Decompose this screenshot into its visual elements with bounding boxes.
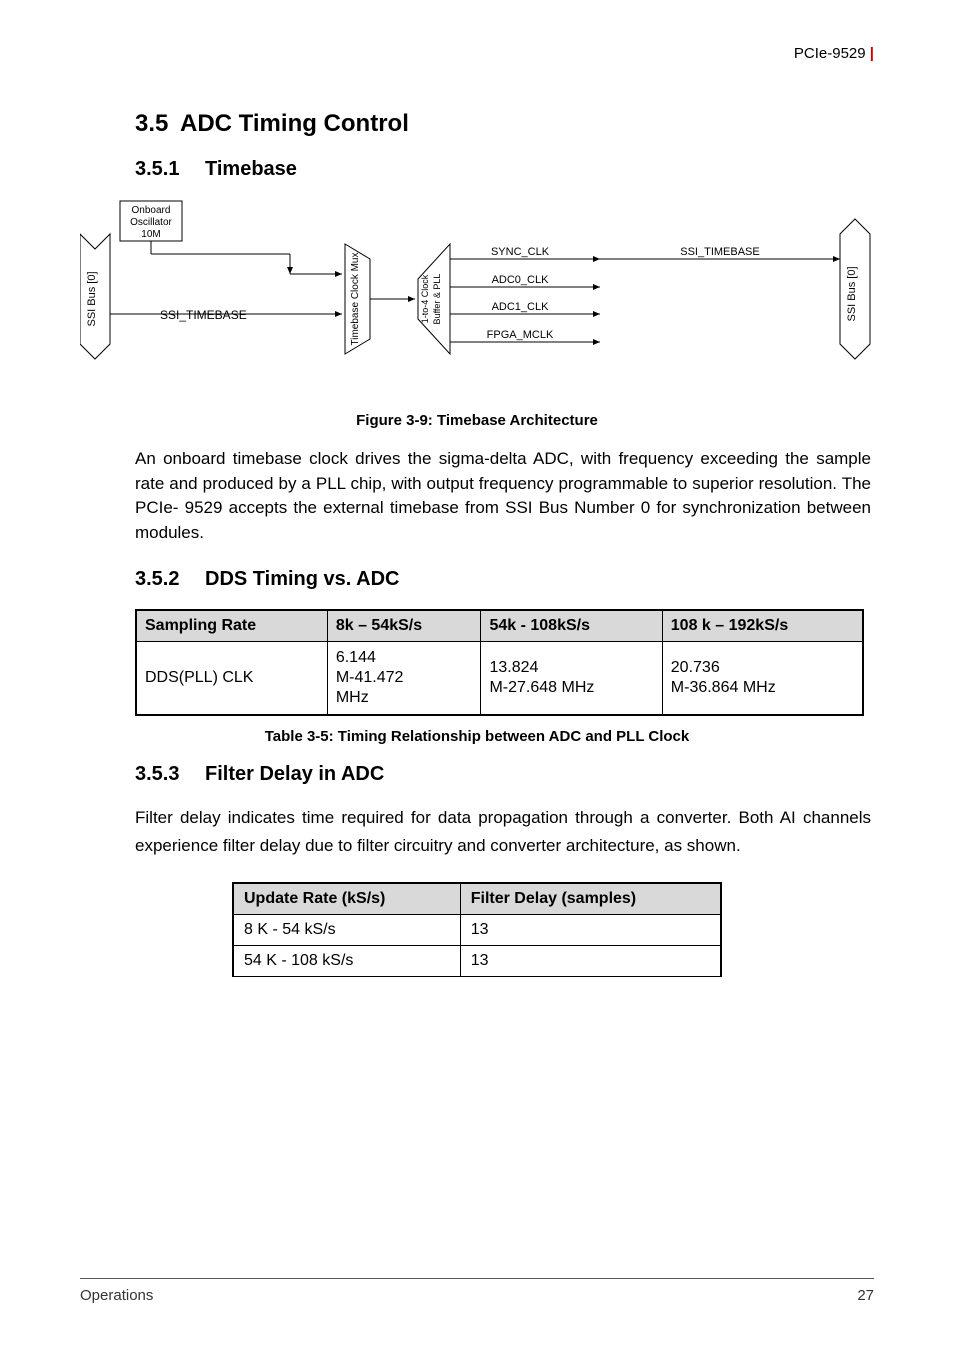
subsection-filter-delay: 3.5.3Filter Delay in ADC bbox=[135, 763, 874, 786]
filter-cell: 13 bbox=[460, 914, 721, 945]
filter-cell: 13 bbox=[460, 945, 721, 976]
svg-text:FPGA_MCLK: FPGA_MCLK bbox=[487, 329, 554, 341]
table-caption: Table 3-5: Timing Relationship between A… bbox=[80, 728, 874, 745]
filter-cell: 8 K - 54 kS/s bbox=[233, 914, 460, 945]
timing-cell: DDS(PLL) CLK bbox=[136, 641, 327, 715]
filter-table: Update Rate (kS/s) Filter Delay (samples… bbox=[232, 882, 722, 977]
svg-text:Onboard: Onboard bbox=[132, 205, 171, 216]
svg-text:Timebase Clock Mux: Timebase Clock Mux bbox=[350, 253, 361, 346]
ssi-bus-left-icon: SSI Bus [0] bbox=[80, 234, 110, 359]
timing-cell: 13.824M-27.648 MHz bbox=[481, 641, 662, 715]
svg-text:ADC1_CLK: ADC1_CLK bbox=[492, 301, 550, 313]
ssi-bus-right-icon: SSI Bus [0] bbox=[840, 219, 870, 359]
filter-cell: 54 K - 108 kS/s bbox=[233, 945, 460, 976]
svg-text:SSI_TIMEBASE: SSI_TIMEBASE bbox=[680, 246, 759, 258]
filter-header: Update Rate (kS/s) bbox=[233, 883, 460, 915]
timebase-diagram: SSI Bus [0] Onboard Oscillator 10M SSI_T… bbox=[80, 199, 874, 394]
svg-text:10M: 10M bbox=[141, 229, 160, 240]
svg-text:Buffer & PLL: Buffer & PLL bbox=[432, 274, 442, 325]
filter-header: Filter Delay (samples) bbox=[460, 883, 721, 915]
ssi-bus-left-label: SSI Bus [0] bbox=[86, 271, 98, 326]
subsection-timebase: 3.5.1Timebase bbox=[135, 158, 874, 181]
timing-header: 54k - 108kS/s bbox=[481, 610, 662, 642]
footer-page-number: 27 bbox=[857, 1287, 874, 1304]
timing-table: Sampling Rate 8k – 54kS/s 54k - 108kS/s … bbox=[135, 609, 864, 716]
svg-text:1-to-4 Clock: 1-to-4 Clock bbox=[420, 274, 430, 323]
page-footer: Operations 27 bbox=[80, 1278, 874, 1304]
timing-header: 108 k – 192kS/s bbox=[662, 610, 863, 642]
subsection-dds-timing: 3.5.2DDS Timing vs. ADC bbox=[135, 568, 874, 591]
svg-text:ADC0_CLK: ADC0_CLK bbox=[492, 274, 550, 286]
section-heading: 3.5ADC Timing Control bbox=[135, 110, 874, 138]
timing-header: Sampling Rate bbox=[136, 610, 327, 642]
ssi-timebase-left: SSI_TIMEBASE bbox=[160, 308, 247, 322]
timing-header: 8k – 54kS/s bbox=[327, 610, 481, 642]
body-paragraph-1: An onboard timebase clock drives the sig… bbox=[135, 447, 871, 546]
header-product: PCIe-9529 | bbox=[794, 45, 874, 62]
timing-cell: 6.144M-41.472MHz bbox=[327, 641, 481, 715]
timing-cell: 20.736M-36.864 MHz bbox=[662, 641, 863, 715]
figure-caption: Figure 3-9: Timebase Architecture bbox=[80, 412, 874, 429]
footer-section: Operations bbox=[80, 1287, 153, 1304]
svg-text:Oscillator: Oscillator bbox=[130, 217, 172, 228]
svg-text:SYNC_CLK: SYNC_CLK bbox=[491, 246, 550, 258]
body-paragraph-2: Filter delay indicates time required for… bbox=[135, 804, 871, 860]
svg-text:SSI Bus [0]: SSI Bus [0] bbox=[846, 266, 858, 321]
